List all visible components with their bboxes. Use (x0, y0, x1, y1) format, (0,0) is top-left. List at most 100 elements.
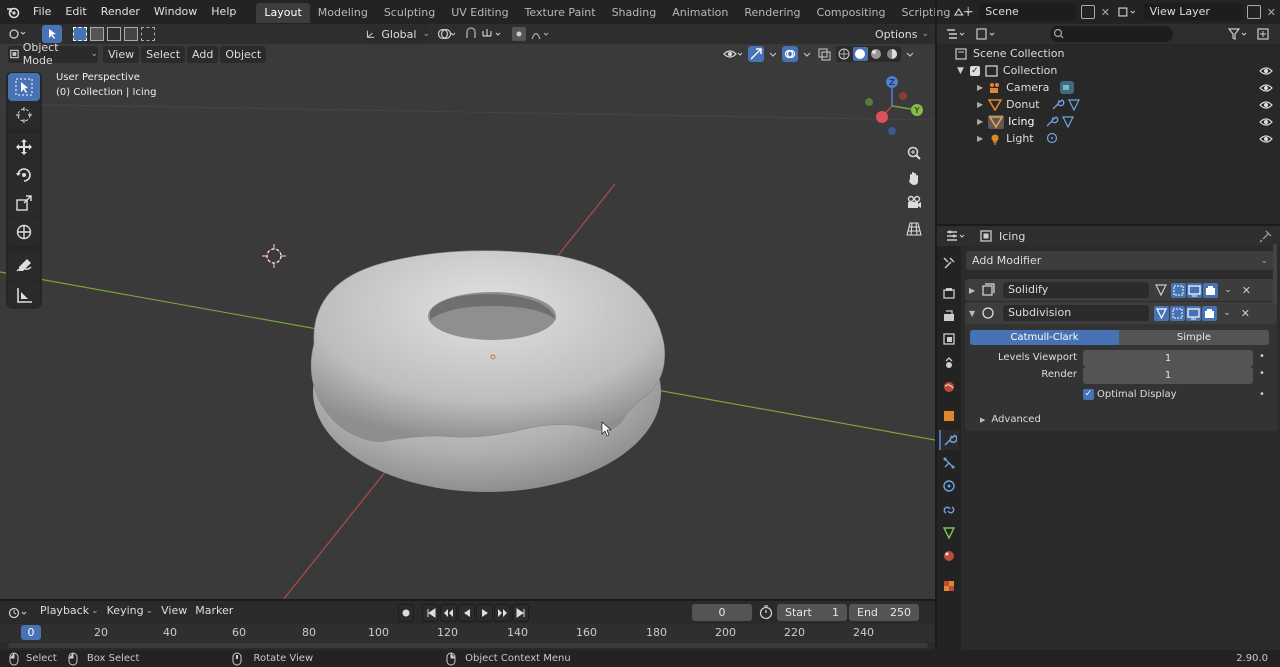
new-view-layer-icon[interactable] (1247, 5, 1261, 19)
current-frame-field[interactable]: 0 (692, 604, 752, 621)
select-subtract-icon[interactable] (107, 27, 121, 41)
modifier-wrench-icon[interactable] (1051, 98, 1065, 111)
tab-modeling[interactable]: Modeling (310, 3, 376, 23)
start-frame-field[interactable]: Start 1 (777, 604, 847, 621)
timeline-scrollbar[interactable] (8, 643, 928, 648)
outliner-light-row[interactable]: ▶ Light (937, 130, 1280, 147)
visibility-eye-icon[interactable] (1259, 133, 1273, 145)
chevron-down-icon[interactable]: ⌄ (1223, 308, 1231, 318)
select-new-icon[interactable] (73, 27, 87, 41)
expand-arrow-icon[interactable]: ▼ (957, 66, 964, 76)
zoom-icon[interactable] (903, 142, 925, 164)
subdivision-modifier-header[interactable]: ▼ Subdivision ⌄ ✕ (965, 302, 1277, 324)
object-tab-icon[interactable] (939, 406, 959, 426)
scene-selector[interactable]: Scene ✕ (952, 3, 1110, 21)
menu-help[interactable]: Help (204, 0, 243, 24)
chevron-down-icon[interactable] (905, 46, 915, 62)
subdivision-name-field[interactable]: Subdivision (1003, 305, 1150, 321)
edit-mode-icon[interactable] (1170, 305, 1186, 321)
outliner-collection-row[interactable]: ▼ ✓ Collection (937, 62, 1280, 79)
expand-arrow-icon[interactable]: ▶ (977, 100, 983, 109)
camera-view-icon[interactable] (903, 192, 925, 214)
material-preview-icon[interactable] (869, 47, 884, 61)
tab-texture-paint[interactable]: Texture Paint (517, 3, 604, 23)
chevron-down-icon[interactable]: ⌄ (1224, 285, 1232, 295)
render-icon[interactable] (1203, 282, 1219, 298)
end-frame-field[interactable]: End 250 (849, 604, 919, 621)
rotate-tool-icon[interactable] (8, 161, 40, 189)
properties-editor-type-icon[interactable] (945, 228, 969, 244)
keyframe-dot-icon[interactable]: • (1259, 351, 1265, 362)
cursor-tool-icon[interactable] (8, 101, 40, 129)
close-icon[interactable]: ✕ (1242, 284, 1251, 297)
editor-type-icon[interactable] (8, 26, 32, 42)
visibility-eye-icon[interactable] (1259, 116, 1273, 128)
outliner-icing-row[interactable]: ▶ Icing (937, 113, 1280, 130)
tool-tab-icon[interactable] (939, 253, 959, 273)
physics-tab-icon[interactable] (939, 476, 959, 496)
new-scene-icon[interactable] (1081, 5, 1095, 19)
proportional-edit-icon[interactable] (511, 26, 555, 42)
realtime-icon[interactable] (1186, 305, 1202, 321)
jump-start-icon[interactable] (422, 604, 439, 622)
menu-add[interactable]: Add (187, 45, 219, 63)
expand-arrow-icon[interactable]: ▶ (977, 83, 983, 92)
menu-render[interactable]: Render (94, 0, 147, 24)
menu-timeline-view[interactable]: View (161, 604, 187, 617)
menu-select[interactable]: Select (141, 45, 186, 63)
menu-view[interactable]: View (103, 45, 140, 63)
visibility-eye-icon[interactable] (722, 46, 744, 62)
pan-hand-icon[interactable] (903, 167, 925, 189)
outliner-donut-row[interactable]: ▶ Donut (937, 96, 1280, 113)
measure-tool-icon[interactable] (8, 281, 40, 309)
add-modifier-dropdown[interactable]: Add Modifier ⌄ (966, 251, 1274, 270)
record-icon[interactable] (398, 604, 414, 622)
on-cage-icon[interactable] (1154, 305, 1170, 321)
render-icon[interactable] (1202, 305, 1218, 321)
menu-keying[interactable]: Keying (107, 604, 144, 617)
stopwatch-icon[interactable] (758, 604, 774, 621)
solidify-name-field[interactable]: Solidify (1003, 282, 1150, 298)
snap-icon[interactable] (463, 26, 507, 42)
overlays-toggle-icon[interactable] (782, 46, 798, 62)
solidify-modifier-header[interactable]: ▶ Solidify ⌄ ✕ (965, 279, 1277, 301)
collapse-arrow-icon[interactable]: ▼ (969, 309, 975, 318)
transform-tool-icon[interactable] (8, 218, 40, 246)
move-tool-icon[interactable] (8, 133, 40, 161)
keyframe-dot-icon[interactable]: • (1259, 368, 1265, 379)
3d-viewport[interactable]: User Perspective (0) Collection | Icing … (0, 44, 935, 600)
outliner-camera-row[interactable]: ▶ Camera (937, 79, 1280, 96)
visibility-eye-icon[interactable] (1259, 99, 1273, 111)
menu-playback[interactable]: Playback (40, 604, 89, 617)
frame-ruler[interactable]: 0 20 40 60 80 100 120 140 160 180 200 22… (0, 624, 935, 642)
simple-tab[interactable]: Simple (1119, 330, 1269, 345)
play-icon[interactable] (476, 604, 493, 622)
navigation-gizmo[interactable]: Z Y (860, 74, 926, 140)
prev-keyframe-icon[interactable] (440, 604, 457, 622)
select-intersect-icon[interactable] (141, 27, 155, 41)
optimal-display-checkbox[interactable]: ✓ Optimal Display (1083, 389, 1177, 400)
keyframe-dot-icon[interactable]: • (1259, 389, 1265, 400)
playhead-frame[interactable]: 0 (21, 625, 41, 640)
tab-sculpting[interactable]: Sculpting (376, 3, 443, 23)
world-tab-icon[interactable] (939, 377, 959, 397)
solid-shading-icon[interactable] (853, 47, 868, 61)
mode-dropdown[interactable]: Object Mode ⌄ (8, 41, 98, 67)
menu-window[interactable]: Window (147, 0, 204, 24)
timeline-editor-type-icon[interactable] (8, 604, 32, 621)
options-dropdown[interactable]: Options ⌄ (874, 25, 930, 43)
remove-scene-icon[interactable]: ✕ (1101, 6, 1110, 19)
menu-edit[interactable]: Edit (58, 0, 93, 24)
view-layer-name-field[interactable]: View Layer (1143, 3, 1242, 21)
view-layer-selector[interactable]: View Layer ✕ (1116, 3, 1276, 21)
scale-tool-icon[interactable] (8, 189, 40, 217)
view-layer-tab-icon[interactable] (939, 329, 959, 349)
select-box-tool-icon[interactable] (8, 73, 40, 101)
modifier-tab-icon[interactable] (939, 430, 959, 450)
display-mode-icon[interactable] (975, 26, 999, 42)
play-reverse-icon[interactable] (458, 604, 475, 622)
output-tab-icon[interactable] (939, 306, 959, 326)
constraints-tab-icon[interactable] (939, 500, 959, 520)
menu-file[interactable]: File (26, 0, 58, 24)
levels-viewport-field[interactable]: 1 (1083, 350, 1253, 367)
